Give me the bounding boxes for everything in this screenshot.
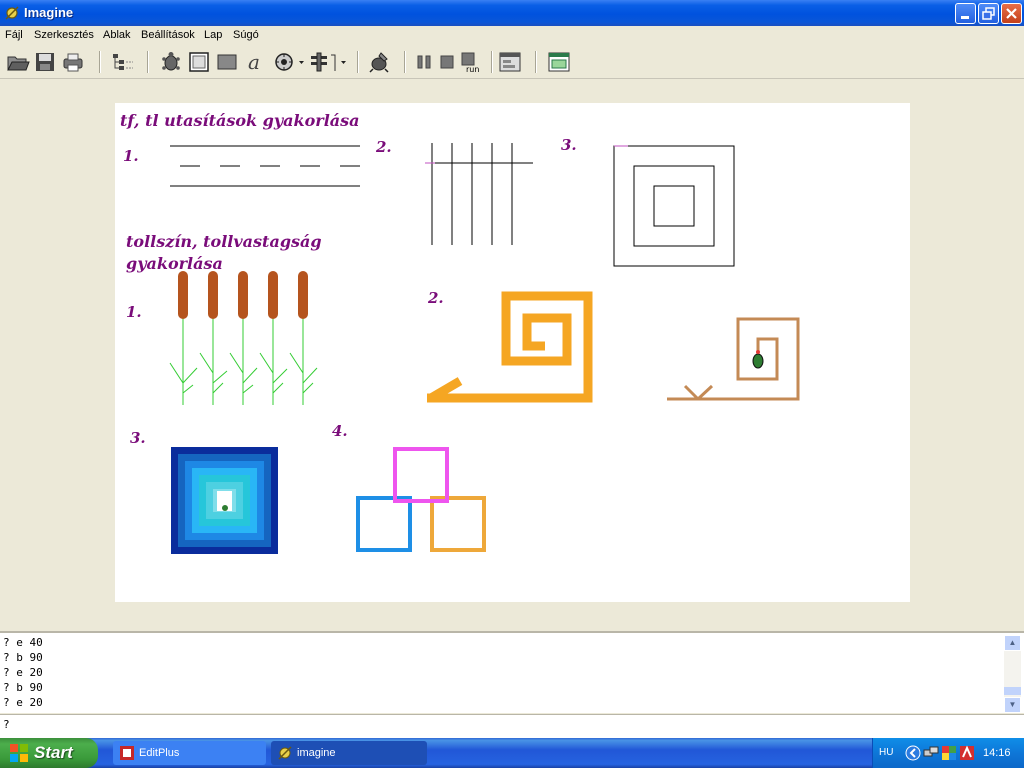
drawing-canvas (169, 143, 800, 554)
history-line: ? b 90 (3, 681, 43, 694)
slider-icon (311, 52, 346, 72)
toolbar-separator (535, 51, 537, 73)
run-label: run (466, 65, 479, 73)
pause-button[interactable] (413, 49, 435, 75)
turtle-sprite (752, 350, 764, 369)
paint-turtle-icon (369, 52, 389, 73)
task-label: EditPlus (139, 747, 180, 759)
run-button[interactable]: run (459, 49, 483, 75)
start-button[interactable]: Start (0, 738, 98, 768)
restore-icon (982, 7, 995, 20)
close-icon (1006, 8, 1017, 19)
panel-icon (548, 52, 570, 72)
history-line: ? b 90 (3, 651, 43, 664)
command-history: ? e 40 ? b 90 ? e 20 ? b 90 ? e 20 ▲ ▼ (0, 631, 1024, 713)
menu-window[interactable]: Ablak (103, 29, 131, 41)
task-imagine[interactable]: imagine (271, 741, 427, 765)
menu-help[interactable]: Súgó (233, 29, 259, 41)
editplus-icon (120, 746, 134, 760)
tree-button[interactable] (110, 49, 136, 75)
toolbar-separator (404, 51, 406, 73)
brown-snail-drawing (667, 317, 800, 401)
close-button[interactable] (1001, 3, 1022, 24)
antivirus-icon[interactable] (959, 745, 975, 761)
imagine-icon (278, 746, 292, 760)
window-icon (499, 52, 521, 72)
paint-button[interactable] (366, 49, 392, 75)
language-indicator[interactable]: HU (879, 747, 893, 758)
menu-edit[interactable]: Szerkesztés (34, 29, 94, 41)
minimize-icon (961, 16, 969, 19)
orange-snail-drawing (427, 291, 593, 403)
new-slider-button[interactable] (308, 49, 348, 75)
taskbar: Start EditPlus imagine HU 14:16 (0, 738, 1024, 768)
history-line: ? e 20 (3, 696, 43, 709)
color-app-icon[interactable] (941, 745, 957, 761)
history-scrollbar[interactable]: ▲ ▼ (1004, 635, 1021, 713)
toolbar-separator (491, 51, 493, 73)
stop-button[interactable] (436, 49, 458, 75)
window-title: Imagine (24, 5, 74, 20)
imagine-app-icon (5, 6, 19, 20)
turtle-icon (162, 52, 180, 71)
print-icon (63, 53, 83, 72)
svg-text:a: a (248, 51, 260, 73)
new-control-button[interactable] (270, 49, 306, 75)
task-label: imagine (297, 747, 336, 759)
clock[interactable]: 14:16 (983, 747, 1011, 759)
vertical-lines-drawing (425, 143, 533, 245)
task-editplus[interactable]: EditPlus (113, 741, 266, 765)
save-icon (36, 53, 54, 71)
title-bar: Imagine (0, 0, 1024, 26)
blue-spiral-drawing (171, 447, 278, 554)
window-button[interactable] (497, 49, 523, 75)
command-prompt: ? (3, 718, 10, 731)
new-turtle-button[interactable] (158, 49, 184, 75)
pause-icon (417, 55, 431, 69)
network-icon[interactable] (923, 745, 939, 761)
panel-button[interactable] (545, 49, 573, 75)
open-icon (7, 56, 30, 71)
system-tray: HU 14:16 (872, 738, 1024, 768)
open-button[interactable] (5, 49, 31, 75)
tray-expand-icon[interactable] (905, 745, 921, 761)
toolbar-separator (357, 51, 359, 73)
rectangle-icon (217, 54, 237, 70)
button-icon (189, 52, 209, 72)
menu-file[interactable]: Fájl (5, 29, 23, 41)
dashed-lines-drawing (170, 145, 360, 187)
scroll-down-icon[interactable]: ▼ (1004, 697, 1021, 713)
save-button[interactable] (33, 49, 57, 75)
text-icon: a (248, 51, 260, 73)
tree-icon (113, 54, 133, 70)
nested-squares-drawing (613, 145, 735, 267)
drawing-page[interactable]: tf, tl utasítások gyakorlása tollszín, t… (115, 103, 910, 602)
new-text-button[interactable]: a (242, 49, 268, 75)
command-input[interactable]: ? (0, 714, 1024, 738)
print-button[interactable] (60, 49, 86, 75)
scroll-up-icon[interactable]: ▲ (1004, 635, 1021, 651)
scroll-thumb[interactable] (1004, 687, 1021, 695)
colored-squares-drawing (356, 447, 486, 552)
menu-settings[interactable]: Beállítások (141, 29, 195, 41)
menu-page[interactable]: Lap (204, 29, 222, 41)
toolbar: a run (0, 45, 1024, 79)
toolbar-separator (99, 51, 101, 73)
restore-button[interactable] (978, 3, 999, 24)
history-line: ? e 20 (3, 666, 43, 679)
joystick-icon (275, 53, 304, 71)
cattails-drawing (169, 271, 318, 405)
menu-bar: Fájl Szerkesztés Ablak Beállítások Lap S… (0, 26, 1024, 45)
new-shape-button[interactable] (214, 49, 240, 75)
toolbar-separator (147, 51, 149, 73)
new-button-button[interactable] (186, 49, 212, 75)
run-icon: run (461, 52, 479, 73)
history-line: ? e 40 (3, 636, 43, 649)
windows-logo-icon (10, 744, 28, 762)
start-label: Start (34, 743, 73, 762)
minimize-button[interactable] (955, 3, 976, 24)
workspace: tf, tl utasítások gyakorlása tollszín, t… (0, 80, 1024, 628)
stop-icon (440, 55, 454, 69)
